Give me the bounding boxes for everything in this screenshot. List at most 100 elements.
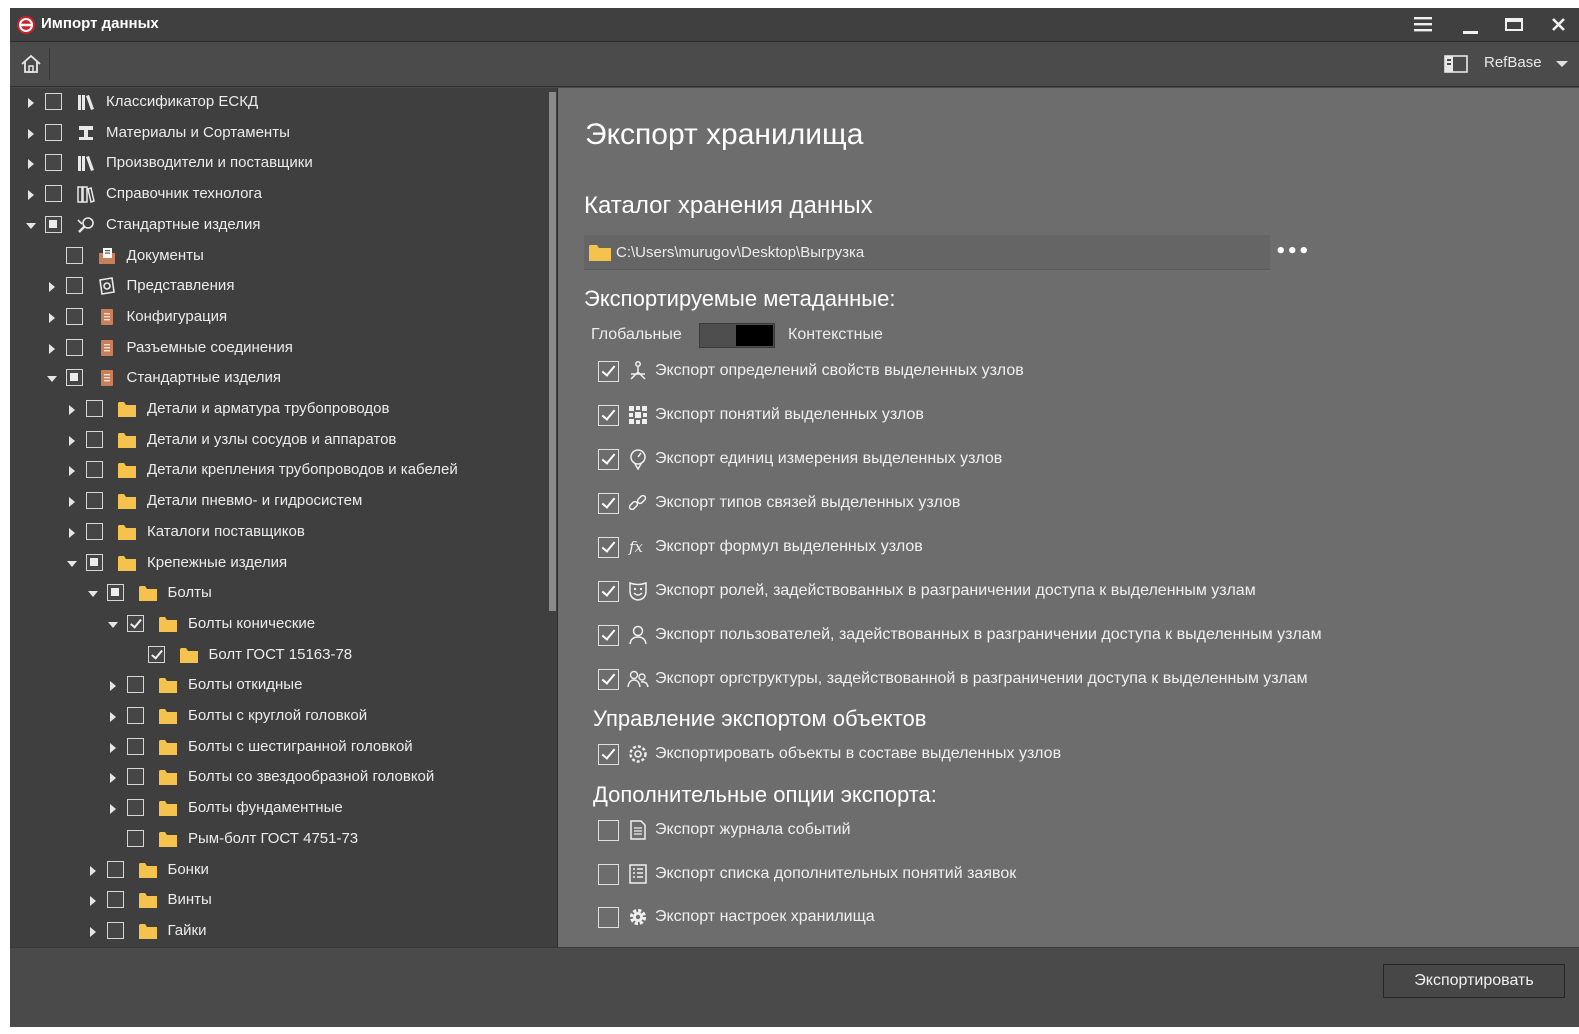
tree-node[interactable]: Конфигурация — [10, 303, 540, 333]
maximize-button[interactable] — [1494, 10, 1534, 40]
tree-checkbox[interactable] — [127, 707, 144, 724]
collapse-arrow-icon[interactable] — [69, 497, 75, 508]
collapse-arrow-icon[interactable] — [110, 773, 116, 784]
tree-checkbox[interactable] — [86, 553, 103, 571]
tree-node[interactable]: Винты — [10, 886, 540, 916]
option-checkbox[interactable] — [598, 744, 619, 765]
chevron-down-icon[interactable] — [1556, 61, 1568, 67]
tree-node[interactable]: Стандартные изделия — [10, 211, 540, 241]
tree-checkbox[interactable] — [127, 676, 144, 694]
tree-node[interactable]: Стандартные изделия — [10, 364, 540, 394]
collapse-arrow-icon[interactable] — [110, 804, 116, 815]
tree-node[interactable]: Детали крепления трубопроводов и кабелей — [10, 456, 540, 486]
tree-node[interactable]: Болт ГОСТ 15163-78 — [10, 641, 540, 671]
expand-arrow-icon[interactable] — [26, 222, 36, 229]
collapse-arrow-icon[interactable] — [89, 926, 96, 937]
tree-node[interactable]: Разъемные соединения — [10, 334, 540, 364]
export-option[interactable]: Экспорт определений свойств выделенных у… — [598, 357, 1558, 387]
home-icon[interactable] — [18, 51, 44, 77]
tree-checkbox[interactable] — [106, 891, 124, 909]
collapse-arrow-icon[interactable] — [110, 742, 116, 753]
export-option[interactable]: Экспорт оргструктуры, задействованной в … — [598, 665, 1558, 695]
tree-node[interactable]: Бонки — [10, 856, 540, 886]
collapse-arrow-icon[interactable] — [48, 312, 55, 323]
browse-button[interactable]: ••• — [1275, 243, 1310, 261]
tree-checkbox[interactable] — [106, 860, 124, 878]
tree-node[interactable]: Болты с шестигранной головкой — [10, 733, 540, 763]
panel-toggle-icon[interactable] — [1444, 55, 1468, 73]
tree-checkbox[interactable] — [65, 369, 83, 387]
export-option[interactable]: Экспорт единиц измерения выделенных узло… — [598, 445, 1558, 475]
export-option[interactable]: Экспорт списка дополнительных понятий за… — [598, 860, 1558, 890]
option-checkbox[interactable] — [598, 820, 619, 841]
database-selector[interactable]: RefBase — [1484, 54, 1542, 71]
hamburger-menu-button[interactable] — [1402, 10, 1442, 40]
tree-checkbox[interactable] — [65, 307, 83, 325]
expand-arrow-icon[interactable] — [87, 591, 98, 598]
option-checkbox[interactable] — [598, 669, 619, 690]
tree-node[interactable]: Материалы и Сортаменты — [10, 119, 540, 149]
collapse-arrow-icon[interactable] — [69, 527, 75, 538]
tree-node[interactable]: Каталоги поставщиков — [10, 518, 540, 548]
export-option[interactable]: fx Экспорт формул выделенных узлов — [598, 533, 1558, 563]
expand-arrow-icon[interactable] — [67, 560, 77, 567]
tree-node[interactable]: Рым-болт ГОСТ 4751-73 — [10, 825, 540, 855]
collapse-arrow-icon[interactable] — [110, 712, 116, 722]
option-checkbox[interactable] — [598, 581, 619, 602]
export-button[interactable]: Экспортировать — [1383, 964, 1565, 998]
tree-node[interactable]: Болты с круглой головкой — [10, 702, 540, 732]
collapse-arrow-icon[interactable] — [69, 466, 75, 477]
option-checkbox[interactable] — [598, 907, 619, 928]
tree-checkbox[interactable] — [45, 154, 62, 172]
close-button[interactable] — [1539, 10, 1579, 40]
tree-node[interactable]: Классификатор ЕСКД — [10, 88, 540, 118]
tree-node[interactable]: Болты конические — [10, 610, 540, 640]
tree-checkbox[interactable] — [86, 522, 103, 540]
export-option[interactable]: Экспорт понятий выделенных узлов — [598, 401, 1558, 431]
option-checkbox[interactable] — [598, 625, 619, 646]
tree-node[interactable]: Справочник технолога — [10, 180, 540, 210]
tree-checkbox[interactable] — [65, 246, 83, 264]
collapse-arrow-icon[interactable] — [28, 98, 34, 108]
tree-checkbox[interactable] — [65, 277, 83, 295]
export-option[interactable]: Экспорт пользователей, задействованных в… — [598, 621, 1558, 651]
tree-checkbox[interactable] — [127, 829, 144, 847]
option-checkbox[interactable] — [598, 361, 619, 382]
tree-checkbox[interactable] — [127, 799, 144, 817]
tree-node[interactable]: Детали пневмо- и гидросистем — [10, 487, 540, 517]
collapse-arrow-icon[interactable] — [69, 405, 75, 415]
collapse-arrow-icon[interactable] — [89, 865, 96, 876]
tree-checkbox[interactable] — [45, 215, 62, 233]
tree-checkbox[interactable] — [127, 614, 144, 632]
tree-node[interactable]: Документы — [10, 242, 540, 272]
tree-node[interactable]: Болты фундаментные — [10, 794, 540, 824]
tree-node[interactable]: Крепежные изделия — [10, 549, 540, 579]
expand-arrow-icon[interactable] — [108, 621, 118, 628]
tree-checkbox[interactable] — [106, 921, 124, 939]
tree-scrollbar-thumb[interactable] — [549, 92, 556, 611]
tree-checkbox[interactable] — [127, 768, 144, 786]
option-checkbox[interactable] — [598, 537, 619, 558]
tree-checkbox[interactable] — [147, 645, 165, 663]
tree-checkbox[interactable] — [45, 123, 62, 141]
tree-checkbox[interactable] — [45, 93, 62, 110]
tree-checkbox[interactable] — [65, 338, 83, 356]
tree-node[interactable]: Болты со звездообразной головкой — [10, 763, 540, 793]
tree-checkbox[interactable] — [45, 185, 62, 203]
collapse-arrow-icon[interactable] — [69, 435, 75, 446]
expand-arrow-icon[interactable] — [46, 376, 57, 383]
collapse-arrow-icon[interactable] — [48, 343, 55, 354]
collapse-arrow-icon[interactable] — [110, 681, 116, 692]
collapse-arrow-icon[interactable] — [48, 282, 55, 293]
option-checkbox[interactable] — [598, 864, 619, 885]
tree-node[interactable]: Детали и узлы сосудов и аппаратов — [10, 426, 540, 456]
tree-node[interactable]: Гайки — [10, 917, 540, 947]
collapse-arrow-icon[interactable] — [28, 190, 34, 201]
collapse-arrow-icon[interactable] — [28, 128, 34, 139]
tree-node[interactable]: Болты — [10, 579, 540, 609]
collapse-arrow-icon[interactable] — [28, 159, 34, 170]
option-checkbox[interactable] — [598, 405, 619, 426]
tree-checkbox[interactable] — [86, 430, 103, 448]
tree-checkbox[interactable] — [86, 492, 103, 510]
export-option[interactable]: Экспорт настроек хранилища — [598, 903, 1558, 933]
